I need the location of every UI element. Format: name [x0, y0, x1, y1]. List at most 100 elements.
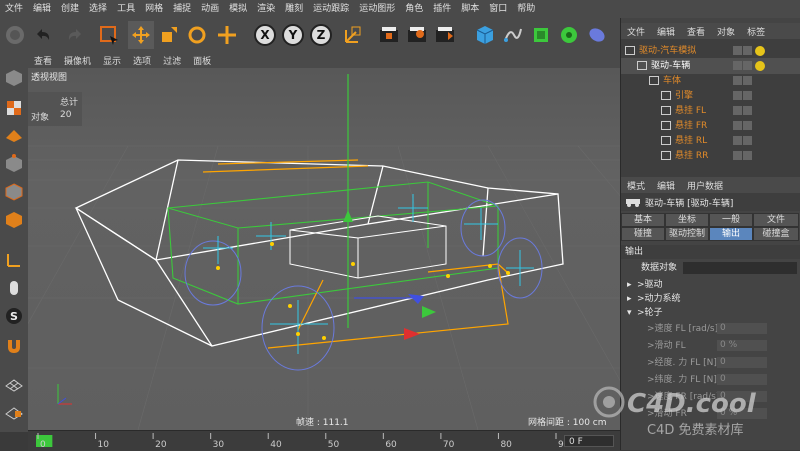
menu-item-16[interactable]: 窗口 — [484, 0, 512, 18]
render-toggle[interactable] — [743, 61, 752, 70]
deformer-icon[interactable] — [584, 21, 610, 49]
polygons-mode-icon[interactable] — [2, 208, 26, 232]
attribute-menu-item-0[interactable]: 模式 — [621, 179, 651, 192]
render-picture-viewer-icon[interactable] — [404, 21, 430, 49]
edges-mode-icon[interactable] — [2, 180, 26, 204]
snap-toggle-icon[interactable]: S — [2, 304, 26, 328]
menu-item-8[interactable]: 模拟 — [224, 0, 252, 18]
object-menu-item-2[interactable]: 查看 — [681, 25, 711, 38]
parameter-value-field[interactable]: 0 % — [717, 340, 767, 351]
object-row[interactable]: 车体 — [621, 73, 800, 89]
menu-item-12[interactable]: 运动图形 — [354, 0, 400, 18]
x-axis-handle[interactable] — [404, 328, 420, 340]
transform-tool-icon[interactable] — [214, 21, 240, 49]
move-handle-green[interactable] — [422, 306, 436, 318]
z-axis-lock-button[interactable]: Z — [308, 21, 334, 49]
attribute-tab[interactable]: 坐标 — [665, 213, 709, 227]
parameter-value-field[interactable]: 0 — [717, 357, 767, 368]
expand-arrow-icon[interactable]: ▸ — [627, 292, 632, 306]
perspective-viewport[interactable]: 透视视图 总计 对象 20 帧速 : 111.1 网格间距 : 100 cm — [28, 68, 620, 430]
object-menu-item-3[interactable]: 对象 — [711, 25, 741, 38]
expand-arrow-icon[interactable]: ▸ — [627, 278, 632, 292]
undo-button[interactable] — [32, 21, 58, 49]
select-tool-icon[interactable] — [96, 21, 122, 49]
menu-item-11[interactable]: 运动跟踪 — [308, 0, 354, 18]
x-axis-lock-button[interactable]: X — [252, 21, 278, 49]
attribute-group[interactable]: ▸ >驱动 — [621, 278, 800, 292]
lock-workplane-icon[interactable] — [2, 398, 26, 422]
attribute-tab[interactable]: 碰撞 — [621, 227, 665, 241]
object-row[interactable]: 悬挂 FL — [621, 103, 800, 119]
visibility-toggle[interactable] — [733, 46, 742, 55]
object-menu-item-1[interactable]: 编辑 — [651, 25, 681, 38]
rotate-tool-icon[interactable] — [184, 21, 210, 49]
y-axis-lock-button[interactable]: Y — [280, 21, 306, 49]
attribute-group[interactable]: ▾ >轮子 — [621, 306, 800, 320]
menu-item-15[interactable]: 脚本 — [456, 0, 484, 18]
workplane-mode-icon[interactable] — [2, 122, 26, 146]
render-toggle[interactable] — [743, 76, 752, 85]
visibility-toggle[interactable] — [733, 121, 742, 130]
attribute-tab[interactable]: 一般 — [709, 213, 753, 227]
attribute-tab[interactable]: 文件 — [753, 213, 799, 227]
viewport-menu-item-4[interactable]: 过滤 — [157, 54, 187, 67]
viewport-menu-item-1[interactable]: 摄像机 — [58, 54, 97, 67]
tweak-mode-icon[interactable] — [2, 276, 26, 300]
points-mode-icon[interactable] — [2, 152, 26, 176]
object-row[interactable]: 悬挂 RR — [621, 148, 800, 164]
menu-item-1[interactable]: 编辑 — [28, 0, 56, 18]
object-row[interactable]: 悬挂 RL — [621, 133, 800, 149]
redo-button[interactable] — [60, 21, 86, 49]
render-toggle[interactable] — [743, 136, 752, 145]
object-row[interactable]: 驱动-车辆 — [621, 58, 800, 74]
workplane-grid-icon[interactable] — [2, 370, 26, 394]
spline-pen-icon[interactable] — [500, 21, 526, 49]
vehicle-tag-icon[interactable] — [755, 61, 765, 71]
move-tool-icon[interactable] — [128, 21, 154, 49]
render-settings-icon[interactable] — [432, 21, 458, 49]
visibility-toggle[interactable] — [733, 136, 742, 145]
attribute-menu-item-2[interactable]: 用户数据 — [681, 179, 729, 192]
render-toggle[interactable] — [743, 151, 752, 160]
attribute-tab[interactable]: 碰撞盒 — [753, 227, 799, 241]
menu-item-5[interactable]: 网格 — [140, 0, 168, 18]
model-mode-icon[interactable] — [2, 66, 26, 90]
attribute-tab[interactable]: 输出 — [709, 227, 753, 241]
attribute-tab[interactable]: 基本 — [621, 213, 665, 227]
object-row[interactable]: 引擎 — [621, 88, 800, 104]
menu-item-7[interactable]: 动画 — [196, 0, 224, 18]
magnet-snap-icon[interactable] — [2, 334, 26, 358]
menu-item-13[interactable]: 角色 — [400, 0, 428, 18]
viewport-menu-item-0[interactable]: 查看 — [28, 54, 58, 67]
menu-item-17[interactable]: 帮助 — [512, 0, 540, 18]
vehicle-tag-icon[interactable] — [755, 46, 765, 56]
visibility-toggle[interactable] — [733, 61, 742, 70]
menu-item-4[interactable]: 工具 — [112, 0, 140, 18]
render-toggle[interactable] — [743, 106, 752, 115]
menu-item-0[interactable]: 文件 — [0, 0, 28, 18]
coordinate-system-icon[interactable] — [340, 21, 366, 49]
generator-object-icon[interactable] — [528, 21, 554, 49]
axis-mode-icon[interactable] — [2, 248, 26, 272]
viewport-menu-item-3[interactable]: 选项 — [127, 54, 157, 67]
scale-tool-icon[interactable] — [156, 21, 182, 49]
render-toggle[interactable] — [743, 91, 752, 100]
menu-item-9[interactable]: 渲染 — [252, 0, 280, 18]
viewport-menu-item-2[interactable]: 显示 — [97, 54, 127, 67]
menu-item-3[interactable]: 选择 — [84, 0, 112, 18]
object-row[interactable]: 悬挂 FR — [621, 118, 800, 134]
cube-object-icon[interactable] — [472, 21, 498, 49]
texture-mode-icon[interactable] — [2, 96, 26, 120]
timeline-ruler[interactable]: 0102030405060708090 0 F — [28, 430, 620, 451]
mograph-cloner-icon[interactable] — [556, 21, 582, 49]
object-menu-item-4[interactable]: 标签 — [741, 25, 771, 38]
visibility-toggle[interactable] — [733, 91, 742, 100]
viewport-menu-item-5[interactable]: 面板 — [187, 54, 217, 67]
object-menu-item-0[interactable]: 文件 — [621, 25, 651, 38]
collapse-arrow-icon[interactable]: ▾ — [627, 306, 632, 320]
render-view-icon[interactable] — [376, 21, 402, 49]
menu-item-2[interactable]: 创建 — [56, 0, 84, 18]
menu-item-6[interactable]: 捕捉 — [168, 0, 196, 18]
visibility-toggle[interactable] — [733, 106, 742, 115]
visibility-toggle[interactable] — [733, 76, 742, 85]
